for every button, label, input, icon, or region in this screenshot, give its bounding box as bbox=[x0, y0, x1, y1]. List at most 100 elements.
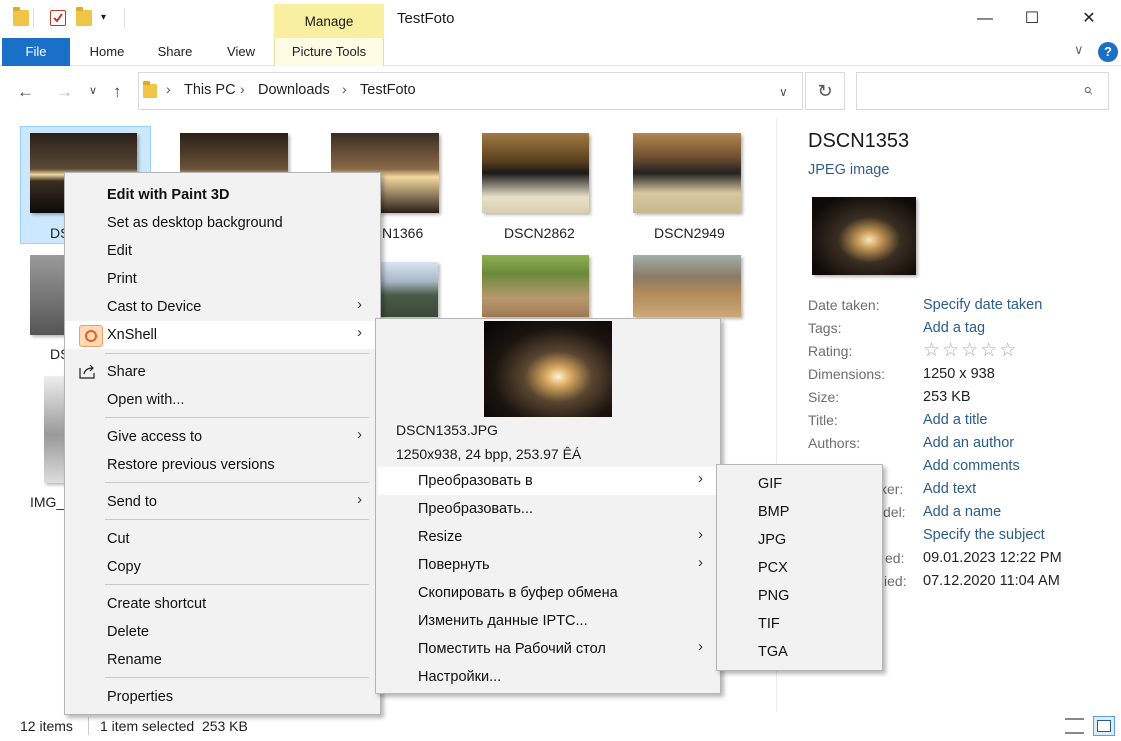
divider bbox=[88, 717, 89, 735]
search-input[interactable] bbox=[856, 72, 1109, 110]
thumbnail[interactable] bbox=[482, 133, 589, 213]
menu-item-copy-clipboard[interactable]: Скопировать в буфер обмена bbox=[378, 579, 718, 607]
menu-item-rotate[interactable]: Повернуть bbox=[378, 551, 718, 579]
menu-item-bmp[interactable]: BMP bbox=[717, 498, 882, 526]
prop-value: 1250 x 938 bbox=[923, 366, 995, 382]
menu-separator bbox=[105, 417, 369, 418]
menu-item-settings[interactable]: Настройки... bbox=[378, 663, 718, 691]
rating-stars[interactable]: ☆☆☆☆☆ bbox=[923, 339, 1018, 362]
large-icons-view-icon[interactable] bbox=[1093, 716, 1115, 736]
properties-icon[interactable] bbox=[50, 10, 66, 26]
recent-locations-button[interactable]: ∨ bbox=[89, 84, 97, 97]
breadcrumb-separator[interactable]: › bbox=[240, 81, 245, 97]
prop-value[interactable]: Specify the subject bbox=[923, 527, 1045, 543]
submenu-arrow-icon: › bbox=[357, 324, 362, 341]
help-icon[interactable]: ? bbox=[1098, 42, 1118, 62]
menu-item-copy[interactable]: Copy bbox=[65, 553, 380, 581]
menu-item-png[interactable]: PNG bbox=[717, 582, 882, 610]
menu-item-open-with[interactable]: Open with... bbox=[65, 386, 380, 414]
collapse-ribbon-icon[interactable]: ∨ bbox=[1074, 42, 1084, 58]
breadcrumb-testfoto[interactable]: TestFoto bbox=[360, 82, 416, 98]
address-bar[interactable] bbox=[138, 72, 803, 110]
menu-item-edit[interactable]: Edit bbox=[65, 237, 380, 265]
preview-file-name: DSCN1353 bbox=[808, 130, 910, 152]
prop-value[interactable]: Specify date taken bbox=[923, 297, 1042, 313]
menu-item-share[interactable]: Share bbox=[65, 358, 380, 386]
thumbnail[interactable] bbox=[482, 255, 589, 317]
menu-item-set-desktop[interactable]: Поместить на Рабочий стол bbox=[378, 635, 718, 663]
menu-item-edit-iptc[interactable]: Изменить данные IPTC... bbox=[378, 607, 718, 635]
menu-item-properties[interactable]: Properties bbox=[65, 683, 380, 711]
file-label[interactable]: IMG_ bbox=[30, 494, 64, 510]
menu-item-rename[interactable]: Rename bbox=[65, 646, 380, 674]
menu-separator bbox=[105, 584, 369, 585]
prop-value[interactable]: Add a name bbox=[923, 504, 1001, 520]
search-icon: ⌕ bbox=[1083, 80, 1093, 99]
menu-item-convert-to[interactable]: Преобразовать в bbox=[378, 467, 718, 495]
prop-value[interactable]: Add a tag bbox=[923, 320, 985, 336]
preview-image bbox=[812, 197, 916, 275]
prop-label: Title: bbox=[808, 412, 838, 428]
close-button[interactable]: ✕ bbox=[1066, 0, 1112, 38]
item-count: 12 items bbox=[20, 718, 73, 734]
thumbnail[interactable] bbox=[380, 262, 438, 317]
menu-item-tga[interactable]: TGA bbox=[717, 638, 882, 666]
xnshell-icon bbox=[79, 325, 103, 347]
tab-manage[interactable]: Manage bbox=[274, 4, 384, 38]
address-dropdown-button[interactable]: ∨ bbox=[779, 85, 788, 99]
tab-view[interactable]: View bbox=[220, 38, 262, 66]
refresh-button[interactable]: ↻ bbox=[805, 72, 845, 110]
prop-value[interactable]: Add an author bbox=[923, 435, 1014, 451]
menu-separator bbox=[105, 677, 369, 678]
folder-icon bbox=[143, 81, 157, 98]
xnshell-preview-image bbox=[484, 321, 612, 417]
file-label[interactable]: N1366 bbox=[382, 225, 423, 241]
submenu-arrow-icon: › bbox=[357, 491, 362, 508]
menu-item-xnshell[interactable]: XnShell bbox=[65, 321, 380, 349]
new-folder-icon[interactable] bbox=[76, 7, 92, 26]
menu-item-send-to[interactable]: Send to bbox=[65, 488, 380, 516]
menu-item-resize[interactable]: Resize bbox=[378, 523, 718, 551]
menu-item-set-background[interactable]: Set as desktop background bbox=[65, 209, 380, 237]
prop-label: ker: bbox=[880, 481, 904, 497]
thumbnail[interactable] bbox=[633, 133, 741, 213]
menu-item-convert[interactable]: Преобразовать... bbox=[378, 495, 718, 523]
breadcrumb-separator[interactable]: › bbox=[342, 81, 347, 97]
tab-file[interactable]: File bbox=[2, 38, 70, 66]
up-button[interactable]: ↑ bbox=[113, 82, 122, 102]
format-submenu: GIF BMP JPG PCX PNG TIF TGA bbox=[716, 464, 883, 671]
minimize-button[interactable]: — bbox=[962, 0, 1008, 38]
thumbnail[interactable] bbox=[633, 255, 741, 317]
file-label[interactable]: DSCN2862 bbox=[504, 225, 575, 241]
menu-item-create-shortcut[interactable]: Create shortcut bbox=[65, 590, 380, 618]
customize-qat-icon[interactable]: ▾ bbox=[101, 12, 106, 23]
maximize-button[interactable]: ☐ bbox=[1009, 0, 1055, 38]
menu-item-delete[interactable]: Delete bbox=[65, 618, 380, 646]
back-button[interactable]: ← bbox=[17, 82, 34, 102]
tab-home[interactable]: Home bbox=[82, 38, 132, 66]
prop-value[interactable]: Add a title bbox=[923, 412, 988, 428]
breadcrumb-this-pc[interactable]: This PC bbox=[184, 82, 236, 98]
prop-value[interactable]: Add text bbox=[923, 481, 976, 497]
prop-value[interactable]: Add comments bbox=[923, 458, 1020, 474]
ribbon: File Home Share View Picture Tools ∨ ? bbox=[0, 38, 1121, 66]
menu-item-restore-versions[interactable]: Restore previous versions bbox=[65, 451, 380, 479]
menu-item-give-access[interactable]: Give access to bbox=[65, 423, 380, 451]
forward-button[interactable]: → bbox=[56, 82, 73, 102]
tab-share[interactable]: Share bbox=[152, 38, 198, 66]
prop-label: Dimensions: bbox=[808, 366, 886, 382]
breadcrumb-downloads[interactable]: Downloads bbox=[258, 82, 330, 98]
menu-item-cast-to-device[interactable]: Cast to Device bbox=[65, 293, 380, 321]
menu-item-edit-paint3d[interactable]: Edit with Paint 3D bbox=[65, 181, 380, 209]
menu-item-pcx[interactable]: PCX bbox=[717, 554, 882, 582]
menu-item-jpg[interactable]: JPG bbox=[717, 526, 882, 554]
menu-item-print[interactable]: Print bbox=[65, 265, 380, 293]
menu-item-tif[interactable]: TIF bbox=[717, 610, 882, 638]
breadcrumb-separator[interactable]: › bbox=[166, 81, 171, 97]
file-label[interactable]: DSCN2949 bbox=[654, 225, 725, 241]
context-menu: Edit with Paint 3D Set as desktop backgr… bbox=[64, 172, 381, 715]
tab-picture-tools[interactable]: Picture Tools bbox=[274, 38, 384, 66]
menu-item-cut[interactable]: Cut bbox=[65, 525, 380, 553]
menu-item-gif[interactable]: GIF bbox=[717, 470, 882, 498]
details-view-icon[interactable] bbox=[1065, 718, 1084, 734]
